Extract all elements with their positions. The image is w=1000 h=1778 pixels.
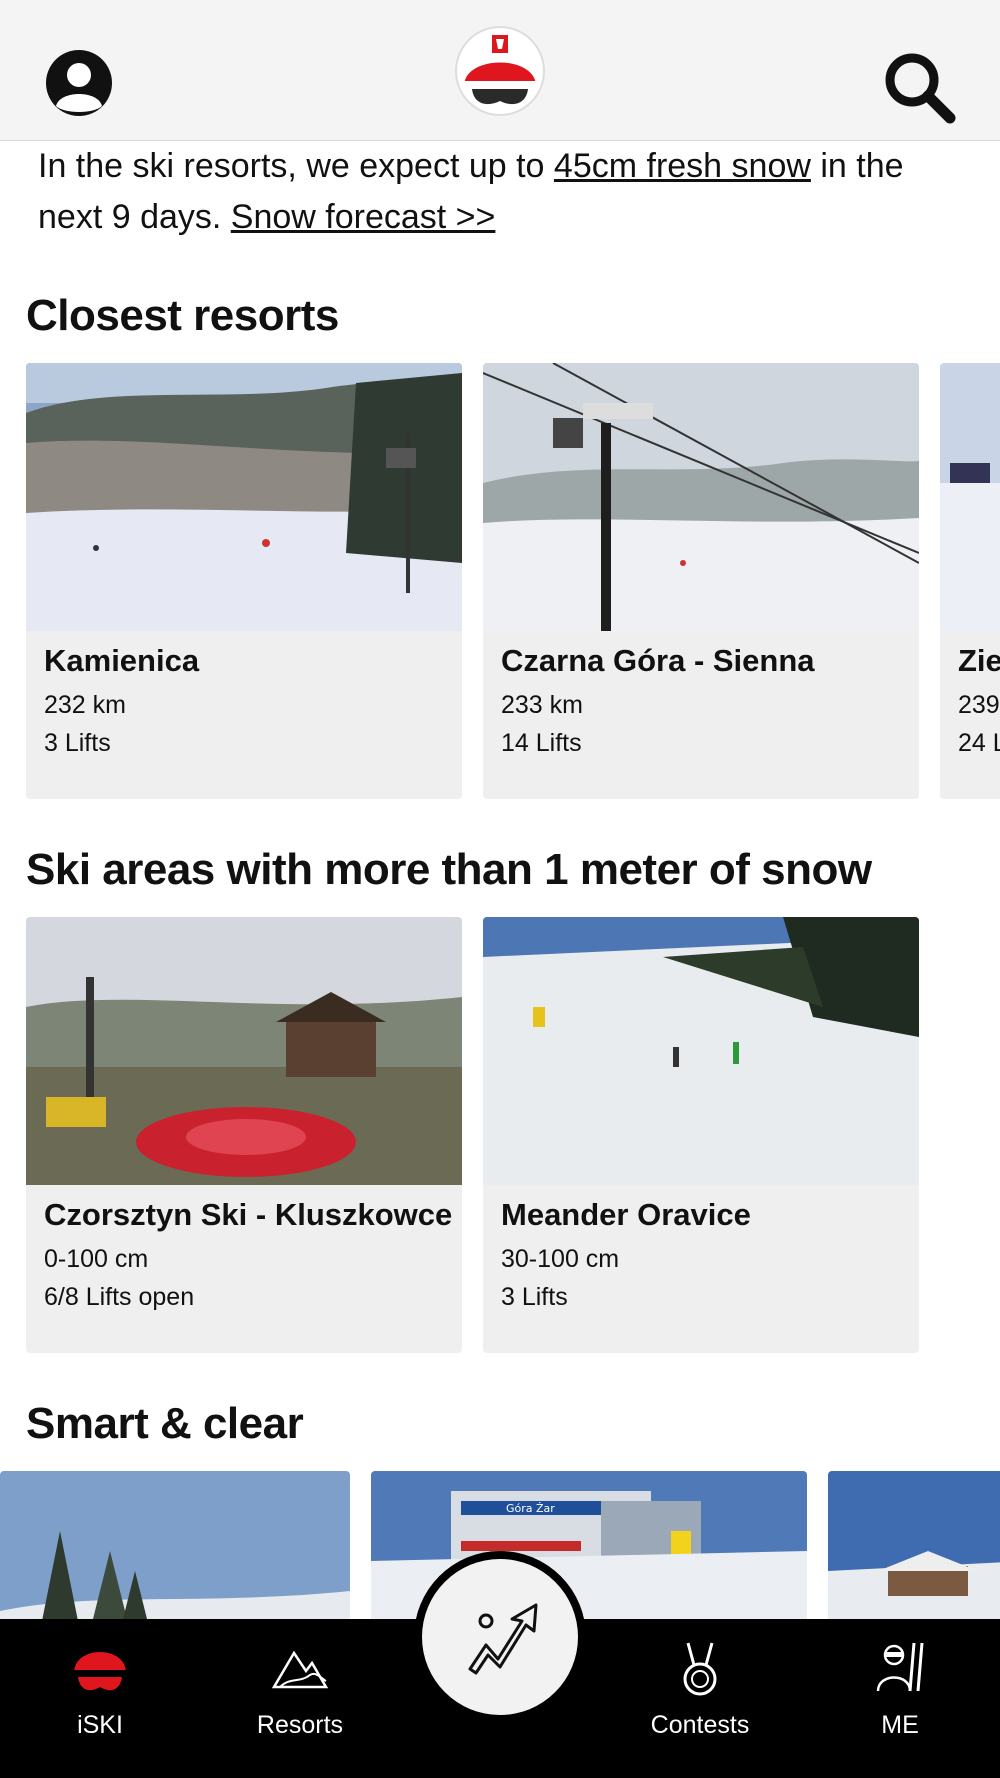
search-icon <box>885 53 956 124</box>
tab-me[interactable]: ME <box>815 1619 985 1778</box>
home-feed[interactable]: In the ski resorts, we expect up to 45cm… <box>0 141 1000 1619</box>
skier-icon <box>876 1642 924 1692</box>
snow-forecast-link[interactable]: Snow forecast >> <box>231 198 496 236</box>
resort-snow-depth: 30-100 cm <box>501 1245 620 1273</box>
intro-text-1: In the ski resorts, we expect up to <box>38 147 554 185</box>
track-activity-button-face <box>422 1559 578 1715</box>
smart-photo <box>0 1471 350 1619</box>
helmet-icon <box>74 1652 126 1691</box>
smart-photo <box>828 1471 1000 1619</box>
user-icon <box>46 50 112 116</box>
activity-track-icon <box>468 1603 538 1675</box>
resort-distance: 239 <box>958 691 1000 719</box>
tab-label: ME <box>881 1711 919 1739</box>
resort-photo <box>940 363 1000 631</box>
resort-lifts: 6/8 Lifts open <box>44 1283 195 1311</box>
resort-card-partial[interactable]: Zie 239 24 L <box>940 363 1000 799</box>
resort-photo <box>26 917 462 1185</box>
smart-card-3[interactable] <box>828 1471 1000 1619</box>
medal-icon <box>683 1642 717 1696</box>
resort-card-meander-oravice[interactable]: Meander Oravice 30-100 cm 3 Lifts <box>483 917 919 1353</box>
tab-contests[interactable]: Contests <box>615 1619 785 1778</box>
app-header <box>0 0 1000 141</box>
resort-name: Czorsztyn Ski - Kluszkowce <box>44 1197 453 1232</box>
search-button[interactable] <box>880 48 960 128</box>
resort-name: Meander Oravice <box>501 1197 751 1232</box>
profile-button[interactable] <box>44 48 114 118</box>
fresh-snow-link[interactable]: 45cm fresh snow <box>554 147 811 185</box>
tab-label: Contests <box>650 1711 750 1739</box>
resort-sign: Góra Żar <box>506 1502 555 1515</box>
smart-card-1[interactable] <box>0 1471 350 1619</box>
resort-lifts: 24 L <box>958 729 1000 757</box>
iski-poland-helmet-logo <box>455 26 545 116</box>
resort-distance: 233 km <box>501 691 583 719</box>
resort-photo <box>26 363 462 631</box>
resort-photo <box>483 917 919 1185</box>
tab-resorts[interactable]: Resorts <box>215 1619 385 1778</box>
smart-clear-title: Smart & clear <box>26 1399 304 1448</box>
resort-distance: 232 km <box>44 691 126 719</box>
iski-logo[interactable] <box>454 25 546 117</box>
tab-iski[interactable]: iSKI <box>15 1619 185 1778</box>
track-activity-button[interactable] <box>414 1551 586 1723</box>
mountains-icon <box>271 1650 329 1689</box>
resort-card-czorsztyn[interactable]: Czorsztyn Ski - Kluszkowce 0-100 cm 6/8 … <box>26 917 462 1353</box>
snow-summary: In the ski resorts, we expect up to 45cm… <box>38 141 968 243</box>
resort-lifts: 3 Lifts <box>44 729 111 757</box>
tab-label: Resorts <box>256 1711 344 1739</box>
resort-snow-depth: 0-100 cm <box>44 1245 149 1273</box>
resort-name: Zie <box>958 643 1000 678</box>
resort-card-kamienica[interactable]: Kamienica 232 km 3 Lifts <box>26 363 462 799</box>
resort-card-czarna-gora[interactable]: Czarna Góra - Sienna 233 km 14 Lifts <box>483 363 919 799</box>
resort-photo <box>483 363 919 631</box>
snow-areas-title: Ski areas with more than 1 meter of snow <box>26 845 872 894</box>
resort-lifts: 3 Lifts <box>501 1283 568 1311</box>
closest-resorts-title: Closest resorts <box>26 291 339 340</box>
resort-name: Czarna Góra - Sienna <box>501 643 815 678</box>
resort-lifts: 14 Lifts <box>501 729 582 757</box>
tab-label: iSKI <box>77 1711 123 1739</box>
resort-name: Kamienica <box>44 643 200 678</box>
